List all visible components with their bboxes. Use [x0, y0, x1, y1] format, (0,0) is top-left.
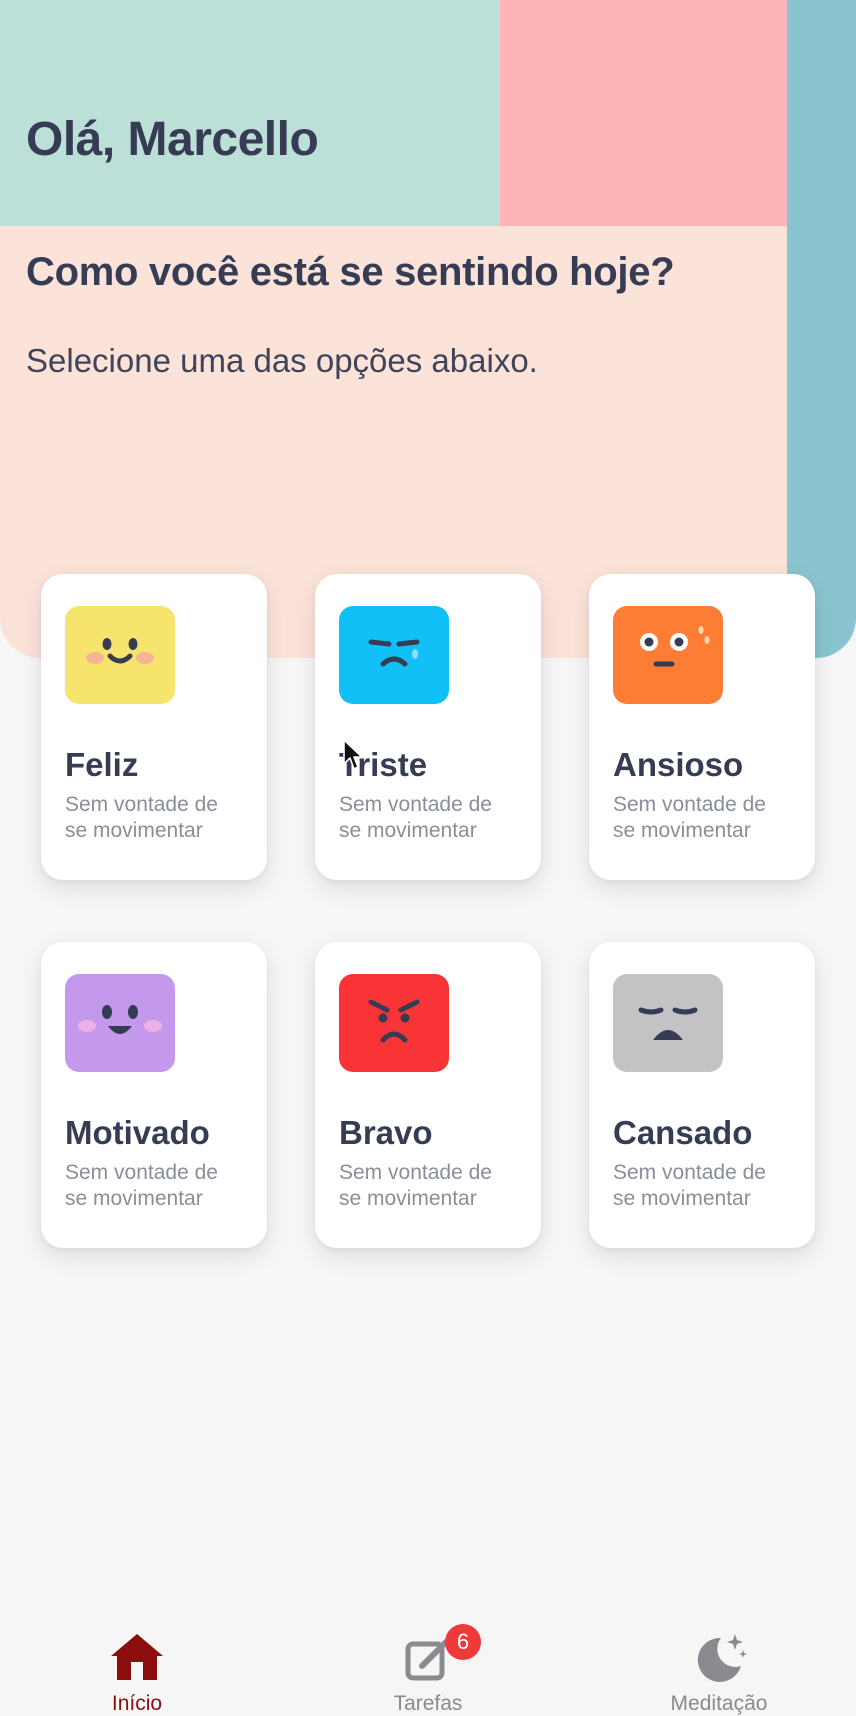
motivated-face-icon — [65, 974, 175, 1072]
header-background-pink — [500, 0, 787, 226]
sad-face-icon — [339, 606, 449, 704]
mood-card-ansioso[interactable]: Ansioso Sem vontade de se movimentar — [589, 574, 815, 880]
mood-card-triste[interactable]: Triste Sem vontade de se movimentar — [315, 574, 541, 880]
screen: Olá, Marcello Como você está se sentindo… — [0, 0, 856, 1716]
tab-meditacao[interactable]: Meditação — [619, 1610, 819, 1716]
tab-inicio[interactable]: Início — [37, 1610, 237, 1716]
tired-face-icon — [613, 974, 723, 1072]
mood-label: Cansado — [613, 1114, 753, 1151]
mood-label: Motivado — [65, 1114, 210, 1151]
mood-card-bravo[interactable]: Bravo Sem vontade de se movimentar — [315, 942, 541, 1248]
mood-label: Bravo — [339, 1114, 433, 1151]
mood-description: Sem vontade de se movimentar — [613, 1161, 766, 1210]
mood-description: Sem vontade de se movimentar — [339, 793, 492, 842]
tab-label: Meditação — [670, 1692, 768, 1715]
mood-description: Sem vontade de se movimentar — [339, 1161, 492, 1210]
angry-face-icon — [339, 974, 449, 1072]
mood-question: Como você está se sentindo hoje? — [26, 250, 675, 294]
tab-tarefas[interactable]: 6 Tarefas — [328, 1610, 528, 1716]
happy-face-icon — [65, 606, 175, 704]
bottom-tab-bar: Início 6 Tarefas Meditação — [0, 1610, 856, 1716]
mood-label: Triste — [339, 746, 428, 783]
mood-subtitle: Selecione uma das opções abaixo. — [26, 342, 538, 379]
mood-description: Sem vontade de se movimentar — [613, 793, 766, 842]
home-icon — [111, 1634, 163, 1680]
mouse-cursor-icon — [343, 739, 363, 770]
mood-card-cansado[interactable]: Cansado Sem vontade de se movimentar — [589, 942, 815, 1248]
mood-label: Ansioso — [613, 746, 744, 783]
tab-label: Tarefas — [393, 1692, 463, 1715]
anxious-face-icon — [613, 606, 723, 704]
mood-description: Sem vontade de se movimentar — [65, 1161, 218, 1210]
notification-badge: 6 — [445, 1624, 481, 1660]
moon-icon — [697, 1634, 747, 1682]
greeting-title: Olá, Marcello — [26, 113, 319, 166]
mood-description: Sem vontade de se movimentar — [65, 793, 218, 842]
tab-label: Início — [111, 1692, 163, 1715]
mood-card-motivado[interactable]: Motivado Sem vontade de se movimentar — [41, 942, 267, 1248]
header-background-teal — [787, 0, 856, 658]
mood-card-feliz[interactable]: Feliz Sem vontade de se movimentar — [41, 574, 267, 880]
mood-grid: Feliz Sem vontade de se movimentar Trist… — [41, 574, 817, 1248]
mood-label: Feliz — [65, 746, 139, 783]
